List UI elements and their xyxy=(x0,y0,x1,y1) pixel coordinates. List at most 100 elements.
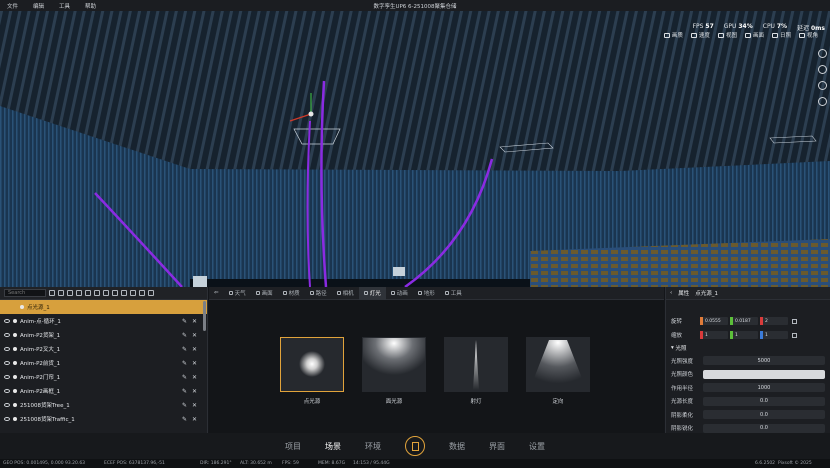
close-icon[interactable]: ✕ xyxy=(192,416,197,423)
tree-item-point-light[interactable]: 点光源_1 xyxy=(0,300,207,314)
refresh-icon[interactable] xyxy=(49,290,55,296)
close-icon[interactable]: ✕ xyxy=(192,346,197,353)
quality-button[interactable]: 画质 xyxy=(663,31,683,39)
reset-icon[interactable] xyxy=(792,318,797,324)
view-button[interactable]: 视图 xyxy=(717,31,737,39)
home-center-button[interactable] xyxy=(405,436,425,456)
import-icon[interactable] xyxy=(94,290,100,296)
tab-weather[interactable]: 天气 xyxy=(224,287,251,300)
menu-help[interactable]: 帮助 xyxy=(85,2,96,10)
shadow-soft-input[interactable]: 0.0 xyxy=(703,410,825,420)
nav-project[interactable]: 项目 xyxy=(285,441,301,452)
close-icon[interactable]: ✕ xyxy=(192,388,197,395)
3d-viewport[interactable]: FPS 57 GPU 34% CPU 7% 延迟 0ms 画质 速度 视图 画面… xyxy=(0,11,830,287)
tree-item[interactable]: 251008货架Traffic_1 ✎ ✕ xyxy=(0,412,207,426)
eye-icon[interactable] xyxy=(4,319,10,323)
nav-environment[interactable]: 环境 xyxy=(365,441,381,452)
tree-item[interactable]: Anim-P2门帘_1 ✎ ✕ xyxy=(0,370,207,384)
shadow-sharp-input[interactable]: 0.0 xyxy=(703,423,825,433)
nav-data[interactable]: 数据 xyxy=(449,441,465,452)
lighting-section-header[interactable]: ▾ 光照 xyxy=(666,342,830,354)
edit-icon[interactable]: ✎ xyxy=(182,318,187,325)
pan-icon[interactable] xyxy=(818,81,827,90)
orbit-icon[interactable] xyxy=(818,65,827,74)
point-light-card[interactable]: 点光源 xyxy=(280,337,344,405)
nav-scene[interactable]: 场景 xyxy=(325,441,341,452)
rotation-z-field[interactable]: 2 xyxy=(760,317,788,325)
locate-icon[interactable] xyxy=(818,97,827,106)
eye-icon[interactable] xyxy=(4,375,10,379)
tab-animation[interactable]: 动画 xyxy=(386,287,413,300)
camera-view-button[interactable]: 视角 xyxy=(798,31,818,39)
compass-icon[interactable] xyxy=(818,49,827,58)
speed-button[interactable]: 速度 xyxy=(690,31,710,39)
scale-z-field[interactable]: 1 xyxy=(760,331,788,339)
edit-icon[interactable]: ✎ xyxy=(182,416,187,423)
tree-item[interactable]: Anim-点-循环_1 ✎ ✕ xyxy=(0,314,207,328)
copy-icon[interactable] xyxy=(76,290,82,296)
area-light-card[interactable]: 面光源 xyxy=(362,337,426,405)
edit-icon[interactable]: ✎ xyxy=(182,332,187,339)
eye-icon[interactable] xyxy=(4,361,10,365)
tab-tools[interactable]: 工具 xyxy=(440,287,467,300)
delete-icon[interactable] xyxy=(148,290,154,296)
collapse-arrow-icon[interactable]: ‹ xyxy=(670,290,672,296)
edit-icon[interactable]: ✎ xyxy=(182,346,187,353)
radius-input[interactable]: 1000 xyxy=(703,383,825,393)
tree-item[interactable]: 251008货架Tree_1 ✎ ✕ xyxy=(0,398,207,412)
light-intensity-input[interactable]: 5000 xyxy=(703,356,825,366)
light-color-swatch[interactable] xyxy=(703,369,825,379)
folder-icon[interactable] xyxy=(85,290,91,296)
scale-y-field[interactable]: 1 xyxy=(730,331,758,339)
close-icon[interactable]: ✕ xyxy=(192,374,197,381)
export-icon[interactable] xyxy=(139,290,145,296)
edit-icon[interactable]: ✎ xyxy=(182,402,187,409)
layer-icon[interactable] xyxy=(112,290,118,296)
tab-lighting[interactable]: 灯光 xyxy=(358,286,386,300)
directional-light-card[interactable]: 定向 xyxy=(526,337,590,405)
rotation-x-field[interactable]: 0.0555 xyxy=(700,317,728,325)
tab-terrain[interactable]: 地形 xyxy=(413,287,440,300)
edit-icon[interactable]: ✎ xyxy=(182,388,187,395)
close-icon[interactable]: ✕ xyxy=(192,360,197,367)
rotation-y-field[interactable]: 0.0187 xyxy=(730,317,758,325)
tree-item[interactable]: Anim-P2叉大_1 ✎ ✕ xyxy=(0,342,207,356)
tab-path[interactable]: 路径 xyxy=(305,287,332,300)
source-length-input[interactable]: 0.0 xyxy=(703,396,825,406)
tab-material[interactable]: 材质 xyxy=(278,287,305,300)
scissors-icon[interactable] xyxy=(67,290,73,296)
nav-interface[interactable]: 界面 xyxy=(489,441,505,452)
tree-scrollbar[interactable] xyxy=(203,301,206,331)
tree-item[interactable]: Anim-P2画框_1 ✎ ✕ xyxy=(0,384,207,398)
eye-icon[interactable] xyxy=(4,333,10,337)
group-icon[interactable] xyxy=(103,290,109,296)
edit-icon[interactable]: ✎ xyxy=(182,374,187,381)
close-icon[interactable]: ✕ xyxy=(192,332,197,339)
spot-light-card[interactable]: 射灯 xyxy=(444,337,508,405)
tab-picture[interactable]: 画面 xyxy=(251,287,278,300)
save-icon[interactable] xyxy=(130,290,136,296)
tab-collapse[interactable]: ⇐ xyxy=(209,287,224,300)
eye-icon[interactable] xyxy=(4,403,10,407)
eye-icon[interactable] xyxy=(4,417,10,421)
sunlight-button[interactable]: 日照 xyxy=(771,31,791,39)
tree-item[interactable]: Anim-P2货架_1 ✎ ✕ xyxy=(0,328,207,342)
eye-icon[interactable] xyxy=(4,347,10,351)
menu-file[interactable]: 文件 xyxy=(7,2,18,10)
tab-camera[interactable]: 相机 xyxy=(332,287,359,300)
close-icon[interactable]: ✕ xyxy=(192,318,197,325)
lock-icon[interactable] xyxy=(792,332,797,338)
tree-item[interactable]: Anim-P2前货_1 ✎ ✕ xyxy=(0,356,207,370)
link-icon[interactable] xyxy=(58,290,64,296)
menu-edit[interactable]: 编辑 xyxy=(33,2,44,10)
eye-icon[interactable] xyxy=(4,389,10,393)
point-light-object[interactable] xyxy=(308,111,314,117)
nav-settings[interactable]: 设置 xyxy=(529,441,545,452)
scale-x-field[interactable]: 1 xyxy=(700,331,728,339)
close-icon[interactable]: ✕ xyxy=(192,402,197,409)
grid-icon[interactable] xyxy=(121,290,127,296)
menu-tools[interactable]: 工具 xyxy=(59,2,70,10)
edit-icon[interactable]: ✎ xyxy=(182,360,187,367)
screen-button[interactable]: 画面 xyxy=(744,31,764,39)
tree-search-input[interactable]: Search xyxy=(4,289,46,297)
